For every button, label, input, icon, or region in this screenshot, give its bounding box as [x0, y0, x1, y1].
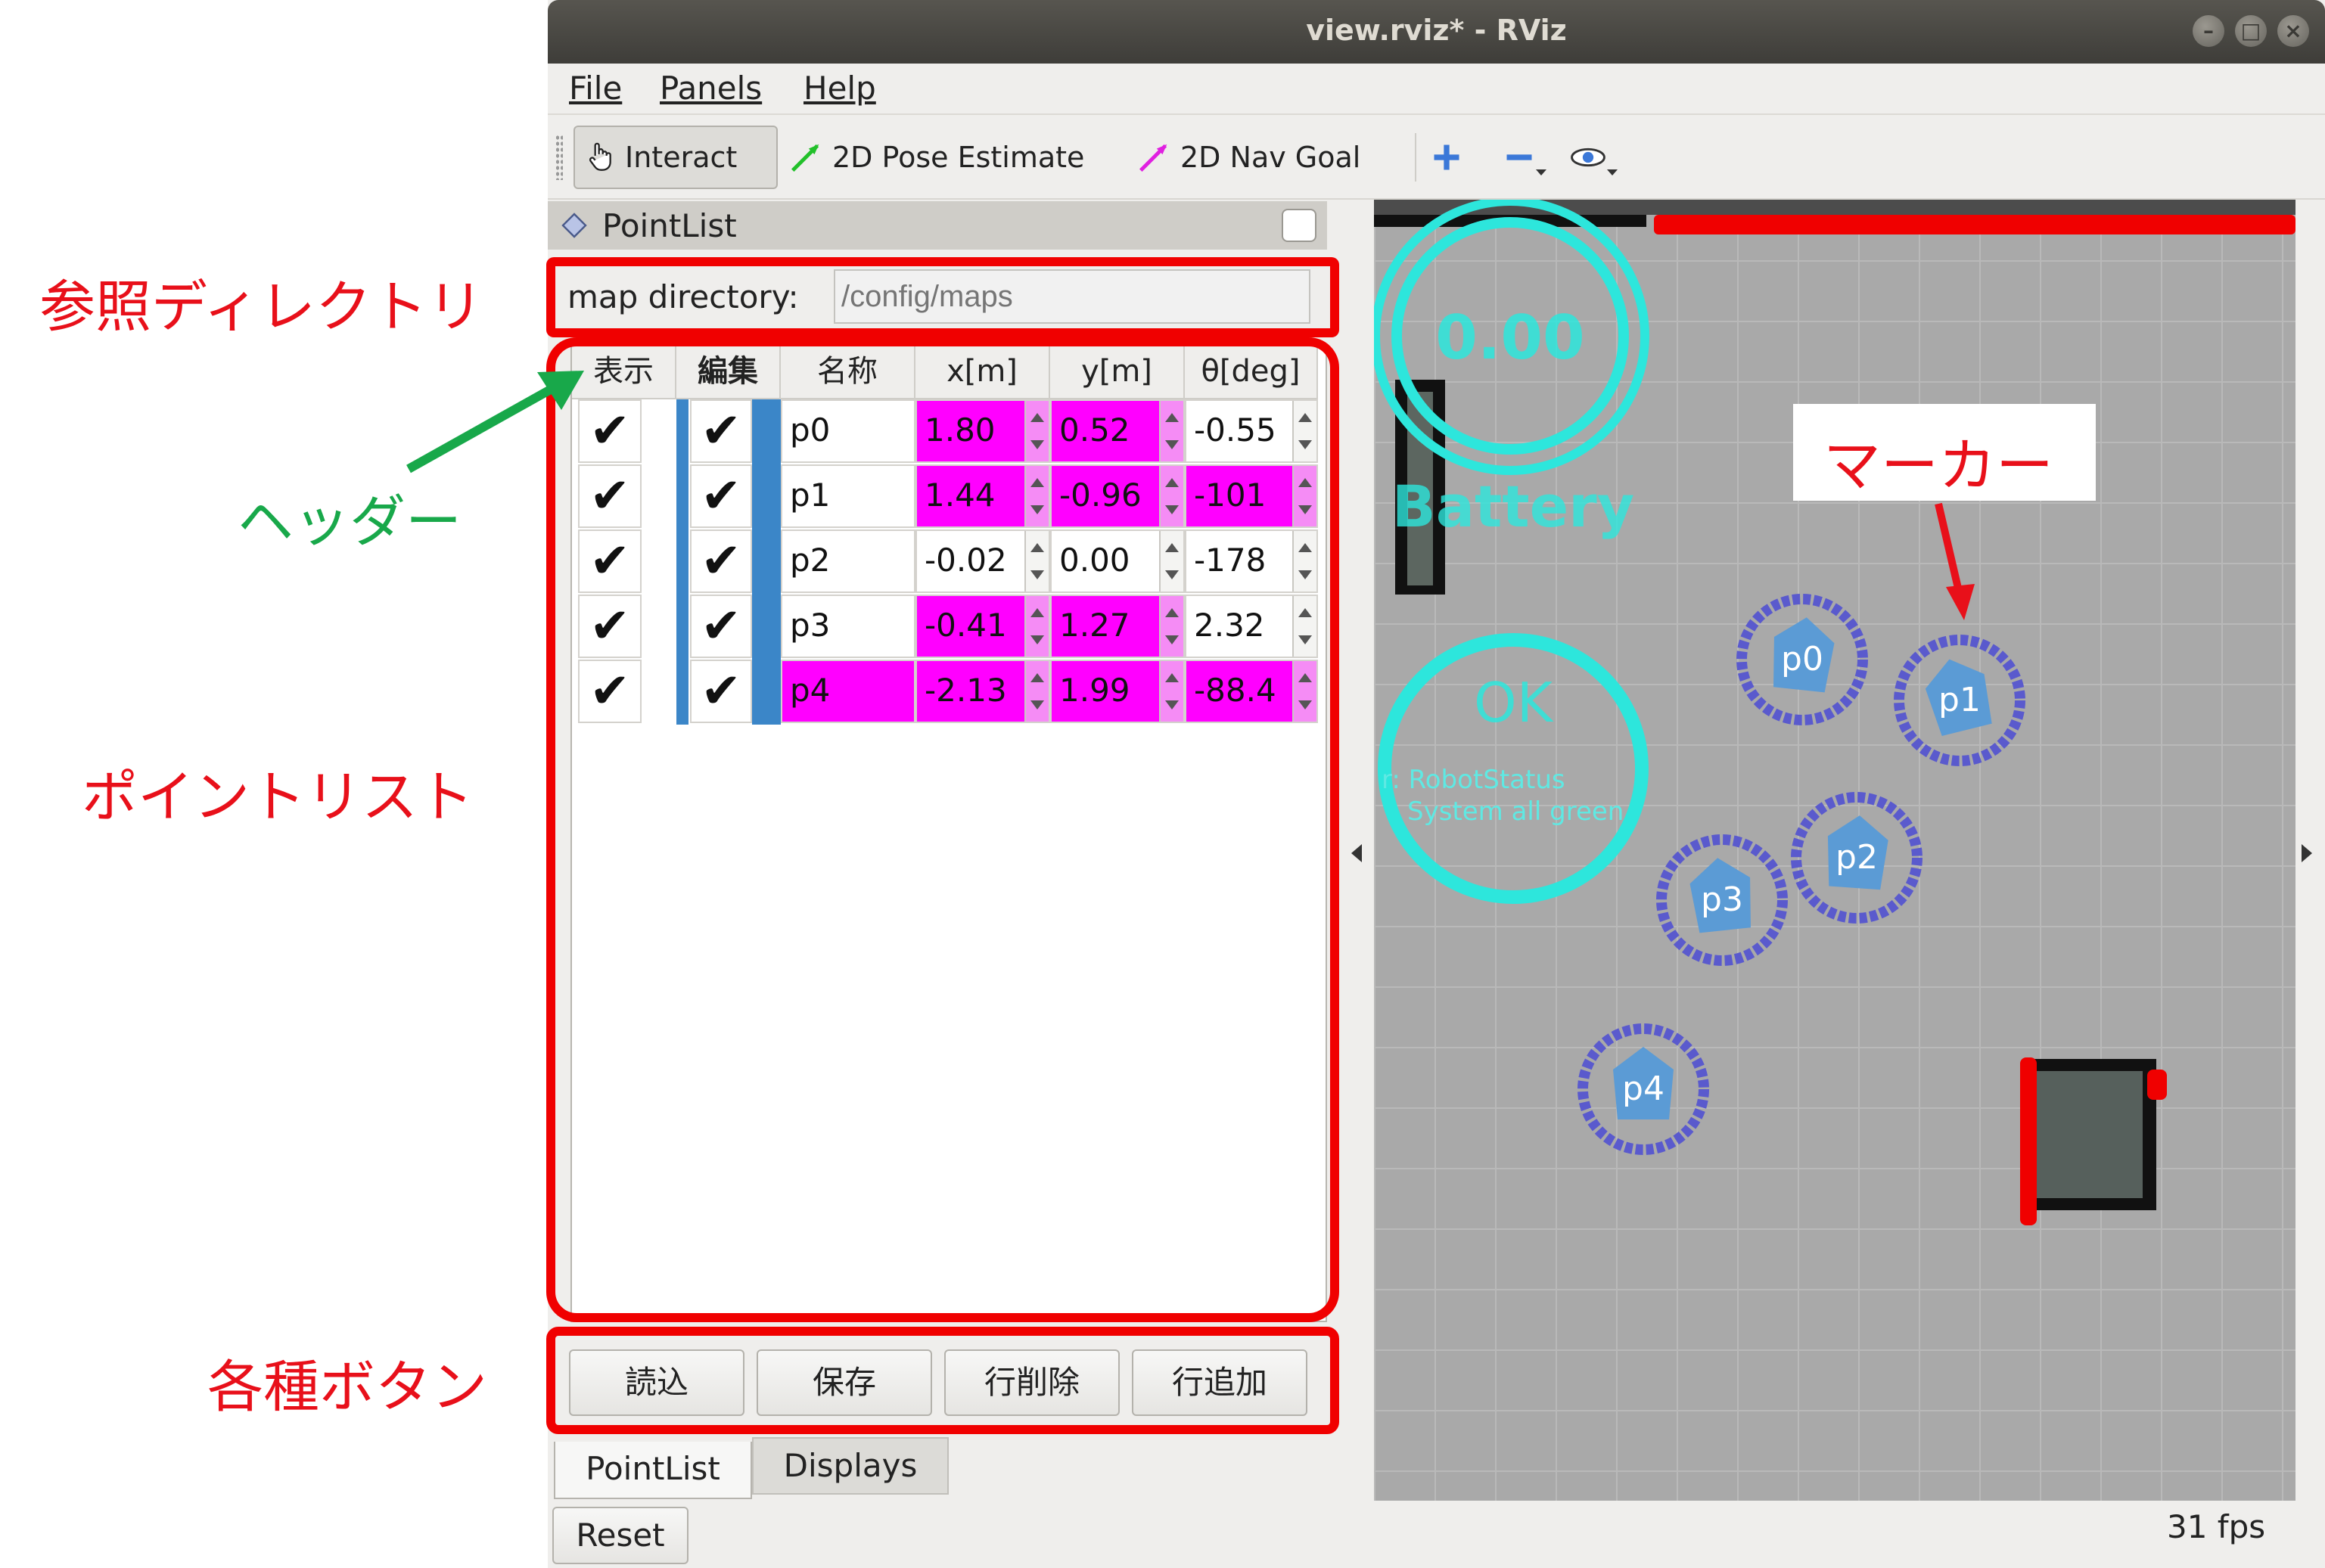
toolbar-separator — [1415, 133, 1416, 182]
battery-value: 0.00 — [1435, 303, 1584, 373]
marker-arrow-line — [1935, 502, 1963, 596]
menu-panels-label: Panels — [660, 70, 763, 107]
annotation-box-point-list — [546, 337, 1339, 1322]
annotation-buttons: 各種ボタン — [207, 1355, 487, 1420]
menu-file-label: File — [569, 70, 623, 107]
remove-tool-button[interactable] — [1503, 126, 1546, 189]
dropdown-arrow-icon — [1607, 169, 1618, 175]
maximize-button[interactable]: □ — [2235, 15, 2267, 47]
waypoint-marker-p4[interactable]: p4 — [1577, 1023, 1709, 1155]
close-button[interactable]: × — [2277, 15, 2309, 47]
collapse-left-arrow-icon[interactable] — [1351, 844, 1362, 862]
pose-estimate-tool-button[interactable]: 2D Pose Estimate — [788, 126, 1084, 189]
nav-goal-label: 2D Nav Goal — [1180, 141, 1361, 174]
hand-pointer-icon — [589, 142, 611, 171]
marker-label: p2 — [1835, 838, 1878, 877]
annotation-box-map-directory — [546, 257, 1339, 337]
waypoint-marker-p1[interactable]: p1 — [1894, 635, 2025, 766]
status-line-2: System all green — [1407, 796, 1624, 827]
laser-scan-top — [1654, 215, 2295, 234]
waypoint-marker-p0[interactable]: p0 — [1736, 594, 1868, 725]
view-tool-button[interactable] — [1569, 126, 1618, 189]
marker-annotation-arrow — [1935, 502, 1975, 620]
title-bar: view.rviz* - RViz – □ × — [548, 0, 2325, 64]
interact-tool-label: Interact — [625, 141, 738, 174]
laser-scan-right — [2020, 1057, 2037, 1225]
annotation-pointlist: ポイントリスト — [82, 765, 474, 830]
render-view-scene: 0.00 Battery OK r: RobotStatus System al… — [1374, 200, 2295, 1225]
toolbar: Interact 2D Pose Estimate 2D Nav Goal — [548, 115, 2325, 200]
menu-help[interactable]: Help — [803, 70, 876, 107]
menu-panels[interactable]: Panels — [660, 70, 762, 107]
panel-diamond-icon — [561, 213, 587, 238]
annotation-box-buttons — [546, 1327, 1339, 1434]
waypoint-marker-p3[interactable]: p3 — [1656, 834, 1788, 966]
render-view[interactable]: 0.00 Battery OK r: RobotStatus System al… — [1374, 200, 2295, 1501]
battery-label: Battery — [1392, 473, 1634, 540]
pose-estimate-label: 2D Pose Estimate — [832, 141, 1085, 174]
waypoint-marker-p2[interactable]: p2 — [1791, 792, 1922, 924]
menu-bar: File Panels Help — [548, 64, 2325, 115]
pointlist-panel-header: PointList — [548, 201, 1327, 250]
menu-file[interactable]: File — [569, 70, 622, 107]
marker-annotation-box: マーカー — [1793, 404, 2096, 501]
collapse-right-arrow-icon[interactable] — [2302, 844, 2312, 862]
tab-pointlist[interactable]: PointList — [554, 1442, 752, 1499]
laser-scan-right-2 — [2147, 1070, 2167, 1100]
minimize-button[interactable]: – — [2193, 15, 2224, 47]
minus-icon — [1506, 154, 1532, 160]
eye-icon — [1571, 147, 1605, 167]
toolbar-grip[interactable] — [555, 135, 563, 180]
dropdown-arrow-icon — [1536, 169, 1546, 175]
tab-displays[interactable]: Displays — [752, 1437, 949, 1495]
marker-arrow-head — [1946, 584, 1975, 620]
status-line-1: r: RobotStatus — [1382, 765, 1565, 795]
panel-title: PointList — [602, 207, 737, 244]
header-arrow-line — [406, 380, 562, 474]
obstacle-right-inner — [2037, 1071, 2143, 1198]
marker-group: p0 p1 p2 p3 p4 — [1577, 594, 2025, 1155]
panel-float-checkbox[interactable] — [1282, 209, 1316, 242]
window-title: view.rviz* - RViz — [1306, 14, 1567, 47]
header-annotation-arrow — [406, 371, 584, 474]
marker-label: p3 — [1701, 880, 1743, 919]
annotation-header: ヘッダー — [238, 489, 462, 554]
green-arrow-icon — [791, 144, 819, 172]
menu-help-label: Help — [803, 70, 876, 107]
annotation-marker: マーカー — [1823, 432, 2053, 499]
marker-label: p4 — [1622, 1070, 1664, 1108]
marker-label: p0 — [1781, 640, 1823, 678]
marker-label: p1 — [1938, 681, 1981, 719]
nav-goal-tool-button[interactable]: 2D Nav Goal — [1136, 126, 1360, 189]
status-value: OK — [1474, 671, 1554, 734]
fps-label: 31 fps — [2167, 1508, 2266, 1545]
interact-tool-button[interactable]: Interact — [573, 126, 778, 189]
plus-icon — [1434, 144, 1459, 170]
reset-button[interactable]: Reset — [552, 1507, 688, 1564]
add-tool-button[interactable] — [1430, 126, 1463, 189]
annotation-ref-dir: 参照ディレクトリ — [39, 275, 483, 340]
magenta-arrow-icon — [1139, 144, 1167, 172]
